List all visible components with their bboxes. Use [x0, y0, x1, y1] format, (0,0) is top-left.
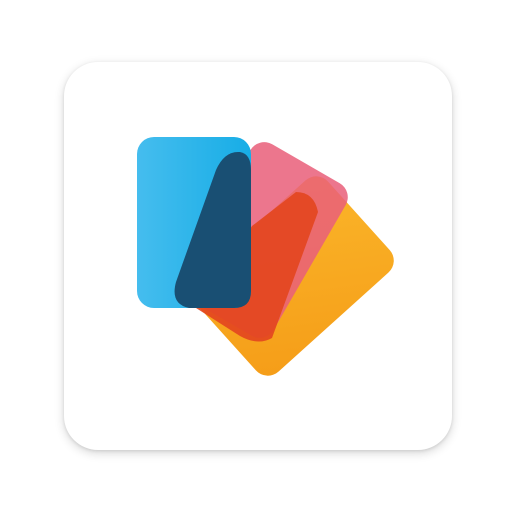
icon-canvas — [0, 0, 512, 512]
cards-stack-logo-icon — [137, 137, 394, 376]
